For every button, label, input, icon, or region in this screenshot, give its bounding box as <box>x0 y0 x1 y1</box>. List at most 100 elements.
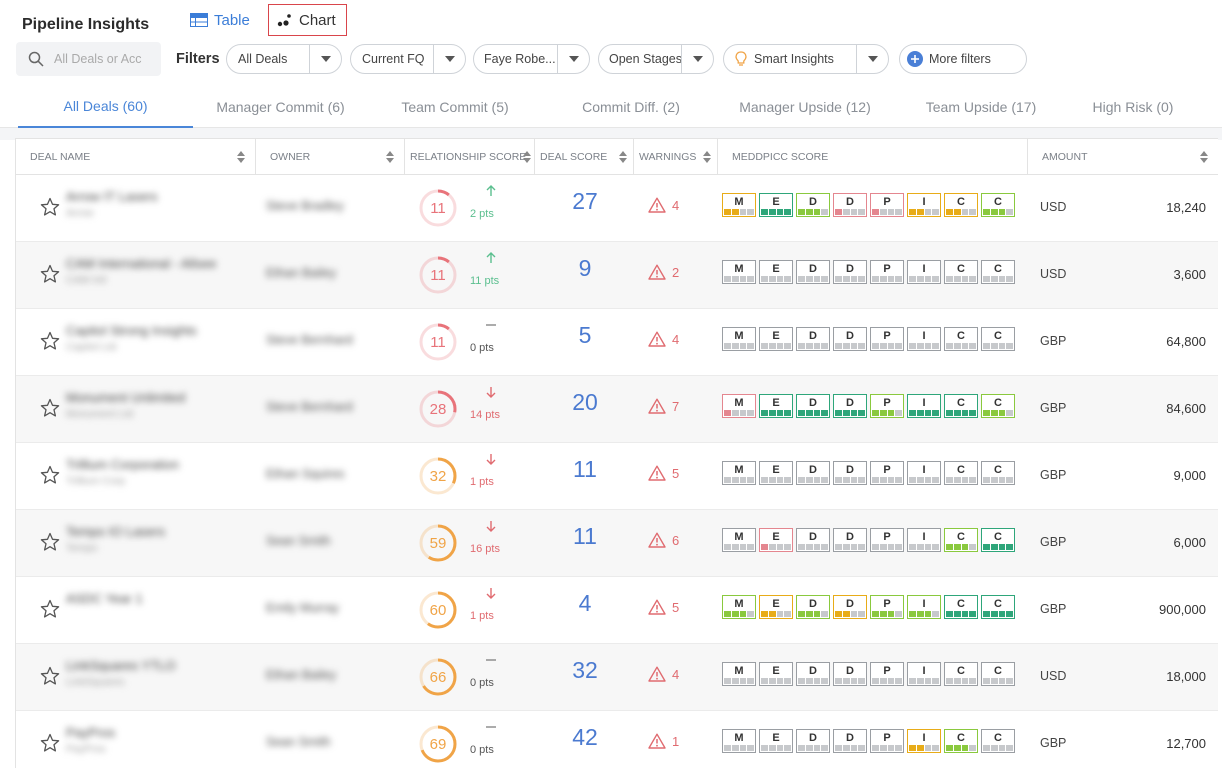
meddpicc-box[interactable]: I <box>907 260 941 284</box>
col-relationship-score[interactable]: RELATIONSHIP SCORE <box>405 139 535 175</box>
star-icon[interactable] <box>40 331 60 351</box>
deal-name[interactable]: Tempo IO Lasers <box>66 524 165 539</box>
meddpicc-box[interactable]: I <box>907 729 941 753</box>
meddpicc-box[interactable]: D <box>833 394 867 418</box>
warnings[interactable]: 2 <box>648 264 679 280</box>
deal-score[interactable]: 11 <box>536 523 634 550</box>
insights-filter-dropdown[interactable]: Smart Insights <box>723 44 889 74</box>
col-deal-score[interactable]: DEAL SCORE <box>535 139 634 175</box>
meddpicc-box[interactable]: I <box>907 528 941 552</box>
table-row[interactable]: PayPros PayPros Sean Smith 69 0 pts 42 1 M E D D P I… <box>16 711 1218 768</box>
meddpicc-box[interactable]: D <box>796 327 830 351</box>
meddpicc-box[interactable]: D <box>833 260 867 284</box>
meddpicc-box[interactable]: C <box>944 260 978 284</box>
table-row[interactable]: ASDC Year 1 Emily Murray 60 1 pts 4 5 M E D D P I C C… <box>16 577 1218 644</box>
meddpicc-box[interactable]: D <box>833 193 867 217</box>
tab-manager-upside[interactable]: Manager Upside (12) <box>730 86 880 128</box>
meddpicc-box[interactable]: D <box>796 461 830 485</box>
chart-view-button[interactable]: Chart <box>268 4 347 36</box>
meddpicc-box[interactable]: D <box>833 461 867 485</box>
meddpicc-box[interactable]: E <box>759 595 793 619</box>
deal-score[interactable]: 11 <box>536 456 634 483</box>
col-owner[interactable]: OWNER <box>256 139 405 175</box>
stages-filter-dropdown[interactable]: Open Stages <box>598 44 714 74</box>
meddpicc-box[interactable]: C <box>981 662 1015 686</box>
deal-name[interactable]: CAM International - Allsee <box>66 256 216 271</box>
star-icon[interactable] <box>40 264 60 284</box>
deal-name[interactable]: Capitol Strong Insights <box>66 323 197 338</box>
meddpicc-box[interactable]: C <box>944 327 978 351</box>
meddpicc-box[interactable]: P <box>870 327 904 351</box>
meddpicc-box[interactable]: E <box>759 193 793 217</box>
deal-name[interactable]: Monument Unlimited <box>66 390 185 405</box>
meddpicc-box[interactable]: P <box>870 394 904 418</box>
search-box[interactable] <box>16 42 161 76</box>
meddpicc-box[interactable]: M <box>722 327 756 351</box>
deal-score[interactable]: 9 <box>536 255 634 282</box>
meddpicc-box[interactable]: P <box>870 595 904 619</box>
tab-team-upside[interactable]: Team Upside (17) <box>906 86 1056 128</box>
deal-score[interactable]: 32 <box>536 657 634 684</box>
deal-name[interactable]: Trillium Corporation <box>66 457 179 472</box>
meddpicc-box[interactable]: C <box>944 595 978 619</box>
tab-commit-diff[interactable]: Commit Diff. (2) <box>556 86 706 128</box>
meddpicc-box[interactable]: E <box>759 260 793 284</box>
period-filter-dropdown[interactable]: Current FQ <box>350 44 466 74</box>
tab-manager-commit[interactable]: Manager Commit (6) <box>203 86 358 128</box>
table-row[interactable]: Arrow IT Lasers Arrow Steve Bradley 11 2 pts… <box>16 175 1218 242</box>
meddpicc-box[interactable]: I <box>907 461 941 485</box>
meddpicc-box[interactable]: D <box>796 193 830 217</box>
deal-score[interactable]: 20 <box>536 389 634 416</box>
col-warnings[interactable]: WARNINGS <box>634 139 718 175</box>
meddpicc-box[interactable]: C <box>981 528 1015 552</box>
meddpicc-box[interactable]: D <box>833 528 867 552</box>
meddpicc-box[interactable]: M <box>722 662 756 686</box>
owner-filter-dropdown[interactable]: Faye Robe... <box>473 44 590 74</box>
more-filters-button[interactable]: More filters <box>899 44 1027 74</box>
meddpicc-box[interactable]: M <box>722 193 756 217</box>
deal-name[interactable]: Arrow IT Lasers <box>66 189 158 204</box>
meddpicc-box[interactable]: P <box>870 729 904 753</box>
star-icon[interactable] <box>40 197 60 217</box>
deals-filter-dropdown[interactable]: All Deals <box>226 44 342 74</box>
deal-name[interactable]: LinkSquares YTLO <box>66 658 176 673</box>
meddpicc-box[interactable]: E <box>759 729 793 753</box>
star-icon[interactable] <box>40 733 60 753</box>
table-view-button[interactable]: Table <box>190 4 250 36</box>
warnings[interactable]: 5 <box>648 465 679 481</box>
deal-score[interactable]: 5 <box>536 322 634 349</box>
star-icon[interactable] <box>40 532 60 552</box>
meddpicc-box[interactable]: M <box>722 729 756 753</box>
meddpicc-box[interactable]: D <box>796 662 830 686</box>
deal-score[interactable]: 42 <box>536 724 634 751</box>
meddpicc-box[interactable]: C <box>981 193 1015 217</box>
meddpicc-box[interactable]: D <box>796 729 830 753</box>
meddpicc-box[interactable]: D <box>833 595 867 619</box>
meddpicc-box[interactable]: C <box>944 394 978 418</box>
meddpicc-box[interactable]: P <box>870 193 904 217</box>
meddpicc-box[interactable]: P <box>870 528 904 552</box>
meddpicc-box[interactable]: I <box>907 193 941 217</box>
meddpicc-box[interactable]: D <box>796 595 830 619</box>
meddpicc-box[interactable]: P <box>870 662 904 686</box>
meddpicc-box[interactable]: I <box>907 394 941 418</box>
meddpicc-box[interactable]: M <box>722 394 756 418</box>
tab-high-risk[interactable]: High Risk (0) <box>1072 86 1194 128</box>
star-icon[interactable] <box>40 599 60 619</box>
deal-name[interactable]: ASDC Year 1 <box>66 591 143 606</box>
deal-name[interactable]: PayPros <box>66 725 115 740</box>
search-input[interactable] <box>54 52 144 66</box>
warnings[interactable]: 4 <box>648 197 679 213</box>
meddpicc-box[interactable]: D <box>833 729 867 753</box>
meddpicc-box[interactable]: E <box>759 528 793 552</box>
warnings[interactable]: 4 <box>648 331 679 347</box>
meddpicc-box[interactable]: D <box>796 260 830 284</box>
warnings[interactable]: 7 <box>648 398 679 414</box>
warnings[interactable]: 4 <box>648 666 679 682</box>
meddpicc-box[interactable]: E <box>759 662 793 686</box>
meddpicc-box[interactable]: E <box>759 327 793 351</box>
meddpicc-box[interactable]: I <box>907 327 941 351</box>
meddpicc-box[interactable]: M <box>722 461 756 485</box>
meddpicc-box[interactable]: C <box>981 595 1015 619</box>
tab-all-deals[interactable]: All Deals (60) <box>18 86 193 128</box>
